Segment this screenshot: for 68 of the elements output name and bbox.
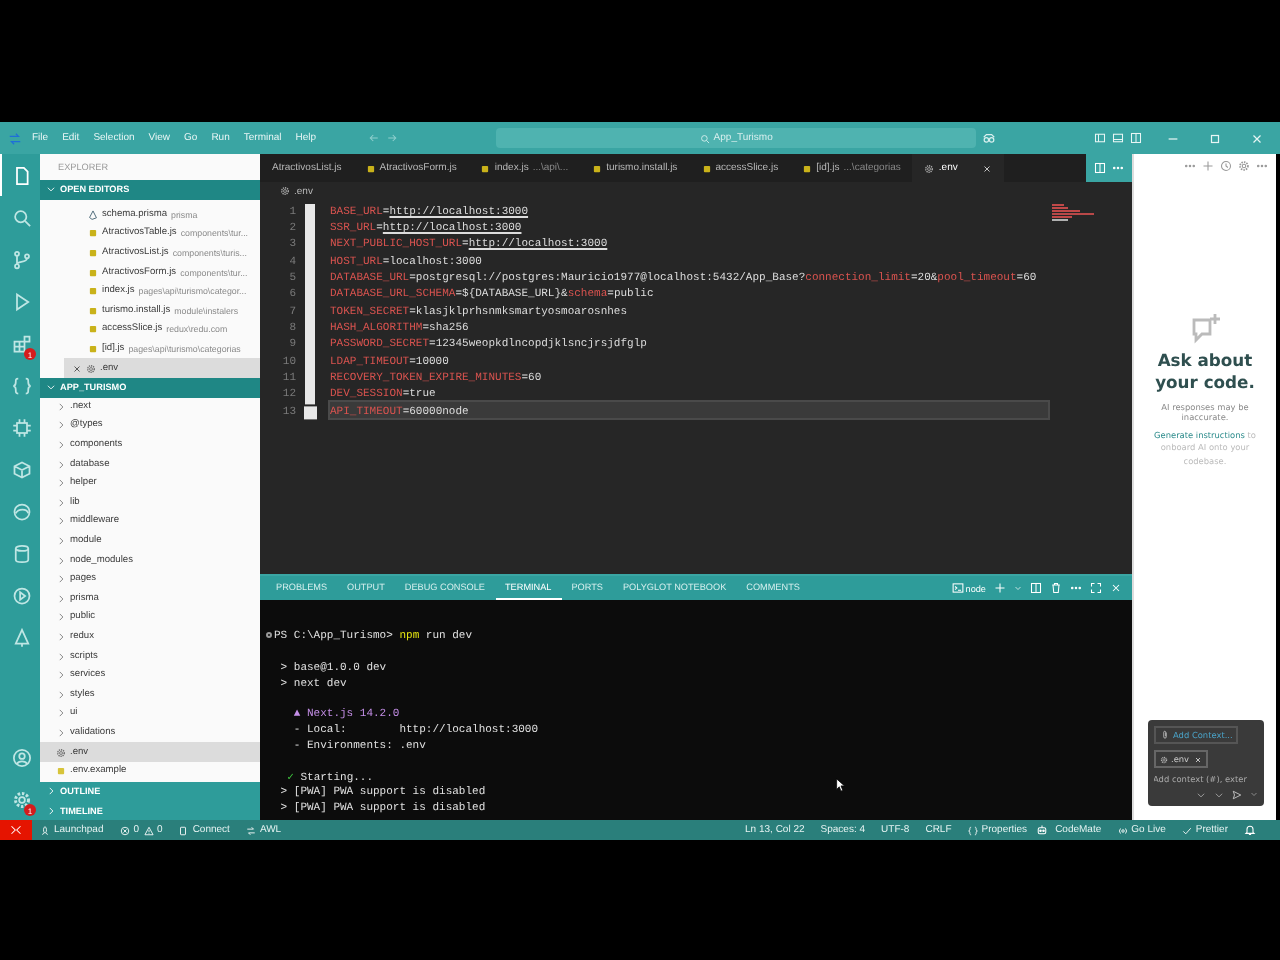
sidebar-layout-icon[interactable] [1130, 132, 1142, 144]
terminal-icon [951, 582, 964, 594]
send-icon[interactable] [1231, 790, 1241, 800]
file-icon [701, 163, 712, 173]
maximize-icon[interactable] [1208, 131, 1222, 145]
split-editor-icon[interactable] [1094, 162, 1106, 174]
prompt-marker [266, 632, 272, 639]
more-icon[interactable] [1070, 582, 1082, 594]
chat-sparkle-icon [1189, 312, 1221, 344]
layout-icon[interactable] [1094, 132, 1106, 144]
file-icon [592, 163, 603, 173]
panel-layout-icon[interactable] [1112, 132, 1124, 144]
run-icon[interactable] [11, 291, 31, 311]
search-icon [699, 133, 710, 143]
braces-icon [967, 825, 978, 835]
files-icon[interactable] [11, 165, 31, 185]
warning-icon [143, 825, 154, 835]
braces-icon[interactable] [11, 375, 31, 395]
forward-arrow-icon[interactable] [386, 132, 399, 144]
gear-icon [1159, 755, 1167, 763]
more-icon[interactable] [1256, 160, 1268, 172]
robot-icon[interactable] [1035, 824, 1048, 836]
file-icon [56, 766, 66, 777]
account-icon[interactable] [11, 747, 31, 767]
gear-icon [924, 163, 935, 173]
plus-icon[interactable] [1202, 160, 1214, 172]
chip-icon[interactable] [11, 417, 31, 437]
tree-icon[interactable] [11, 627, 31, 647]
broadcast-icon [1117, 825, 1128, 835]
gear-icon [280, 186, 290, 196]
file-icon [365, 163, 376, 173]
browser-icon[interactable] [11, 501, 31, 521]
more-icon[interactable] [1184, 160, 1196, 172]
paperclip-icon [1159, 730, 1169, 740]
check-icon [1181, 825, 1192, 835]
error-icon [119, 825, 130, 835]
trash-icon[interactable] [1050, 582, 1062, 594]
gear-icon [86, 363, 96, 374]
database-icon[interactable] [11, 543, 31, 563]
file-icon [802, 163, 813, 173]
remote-button[interactable] [0, 820, 32, 840]
search-icon[interactable] [11, 207, 31, 227]
pointer-icon [834, 778, 848, 792]
rocket-icon [40, 825, 50, 835]
gear-icon [56, 747, 66, 758]
minimap-drawing [1052, 204, 1094, 221]
device-icon [178, 825, 189, 835]
chat-title: Ask about your code. [1153, 350, 1257, 392]
file-icon [480, 163, 491, 173]
split-icon[interactable] [1030, 582, 1042, 594]
close-icon [72, 363, 82, 374]
cube-icon[interactable] [11, 459, 31, 479]
more-icon[interactable] [1112, 162, 1124, 174]
chevron-icon[interactable] [1249, 790, 1257, 798]
close-icon [981, 163, 992, 173]
close-icon[interactable] [1250, 131, 1264, 145]
history-icon[interactable] [1220, 160, 1232, 172]
remote-icon [10, 824, 22, 836]
goggles-icon[interactable] [982, 131, 997, 145]
back-arrow-icon[interactable] [368, 132, 381, 144]
bell-icon[interactable] [1244, 824, 1256, 836]
branch-icon[interactable] [11, 249, 31, 269]
settings-icon[interactable] [1238, 160, 1250, 172]
triangle-icon [88, 209, 98, 220]
extensions-icon[interactable] [11, 333, 31, 353]
close-icon [1193, 755, 1202, 763]
swap-icon [245, 825, 256, 835]
play-circle-icon[interactable] [11, 585, 31, 605]
